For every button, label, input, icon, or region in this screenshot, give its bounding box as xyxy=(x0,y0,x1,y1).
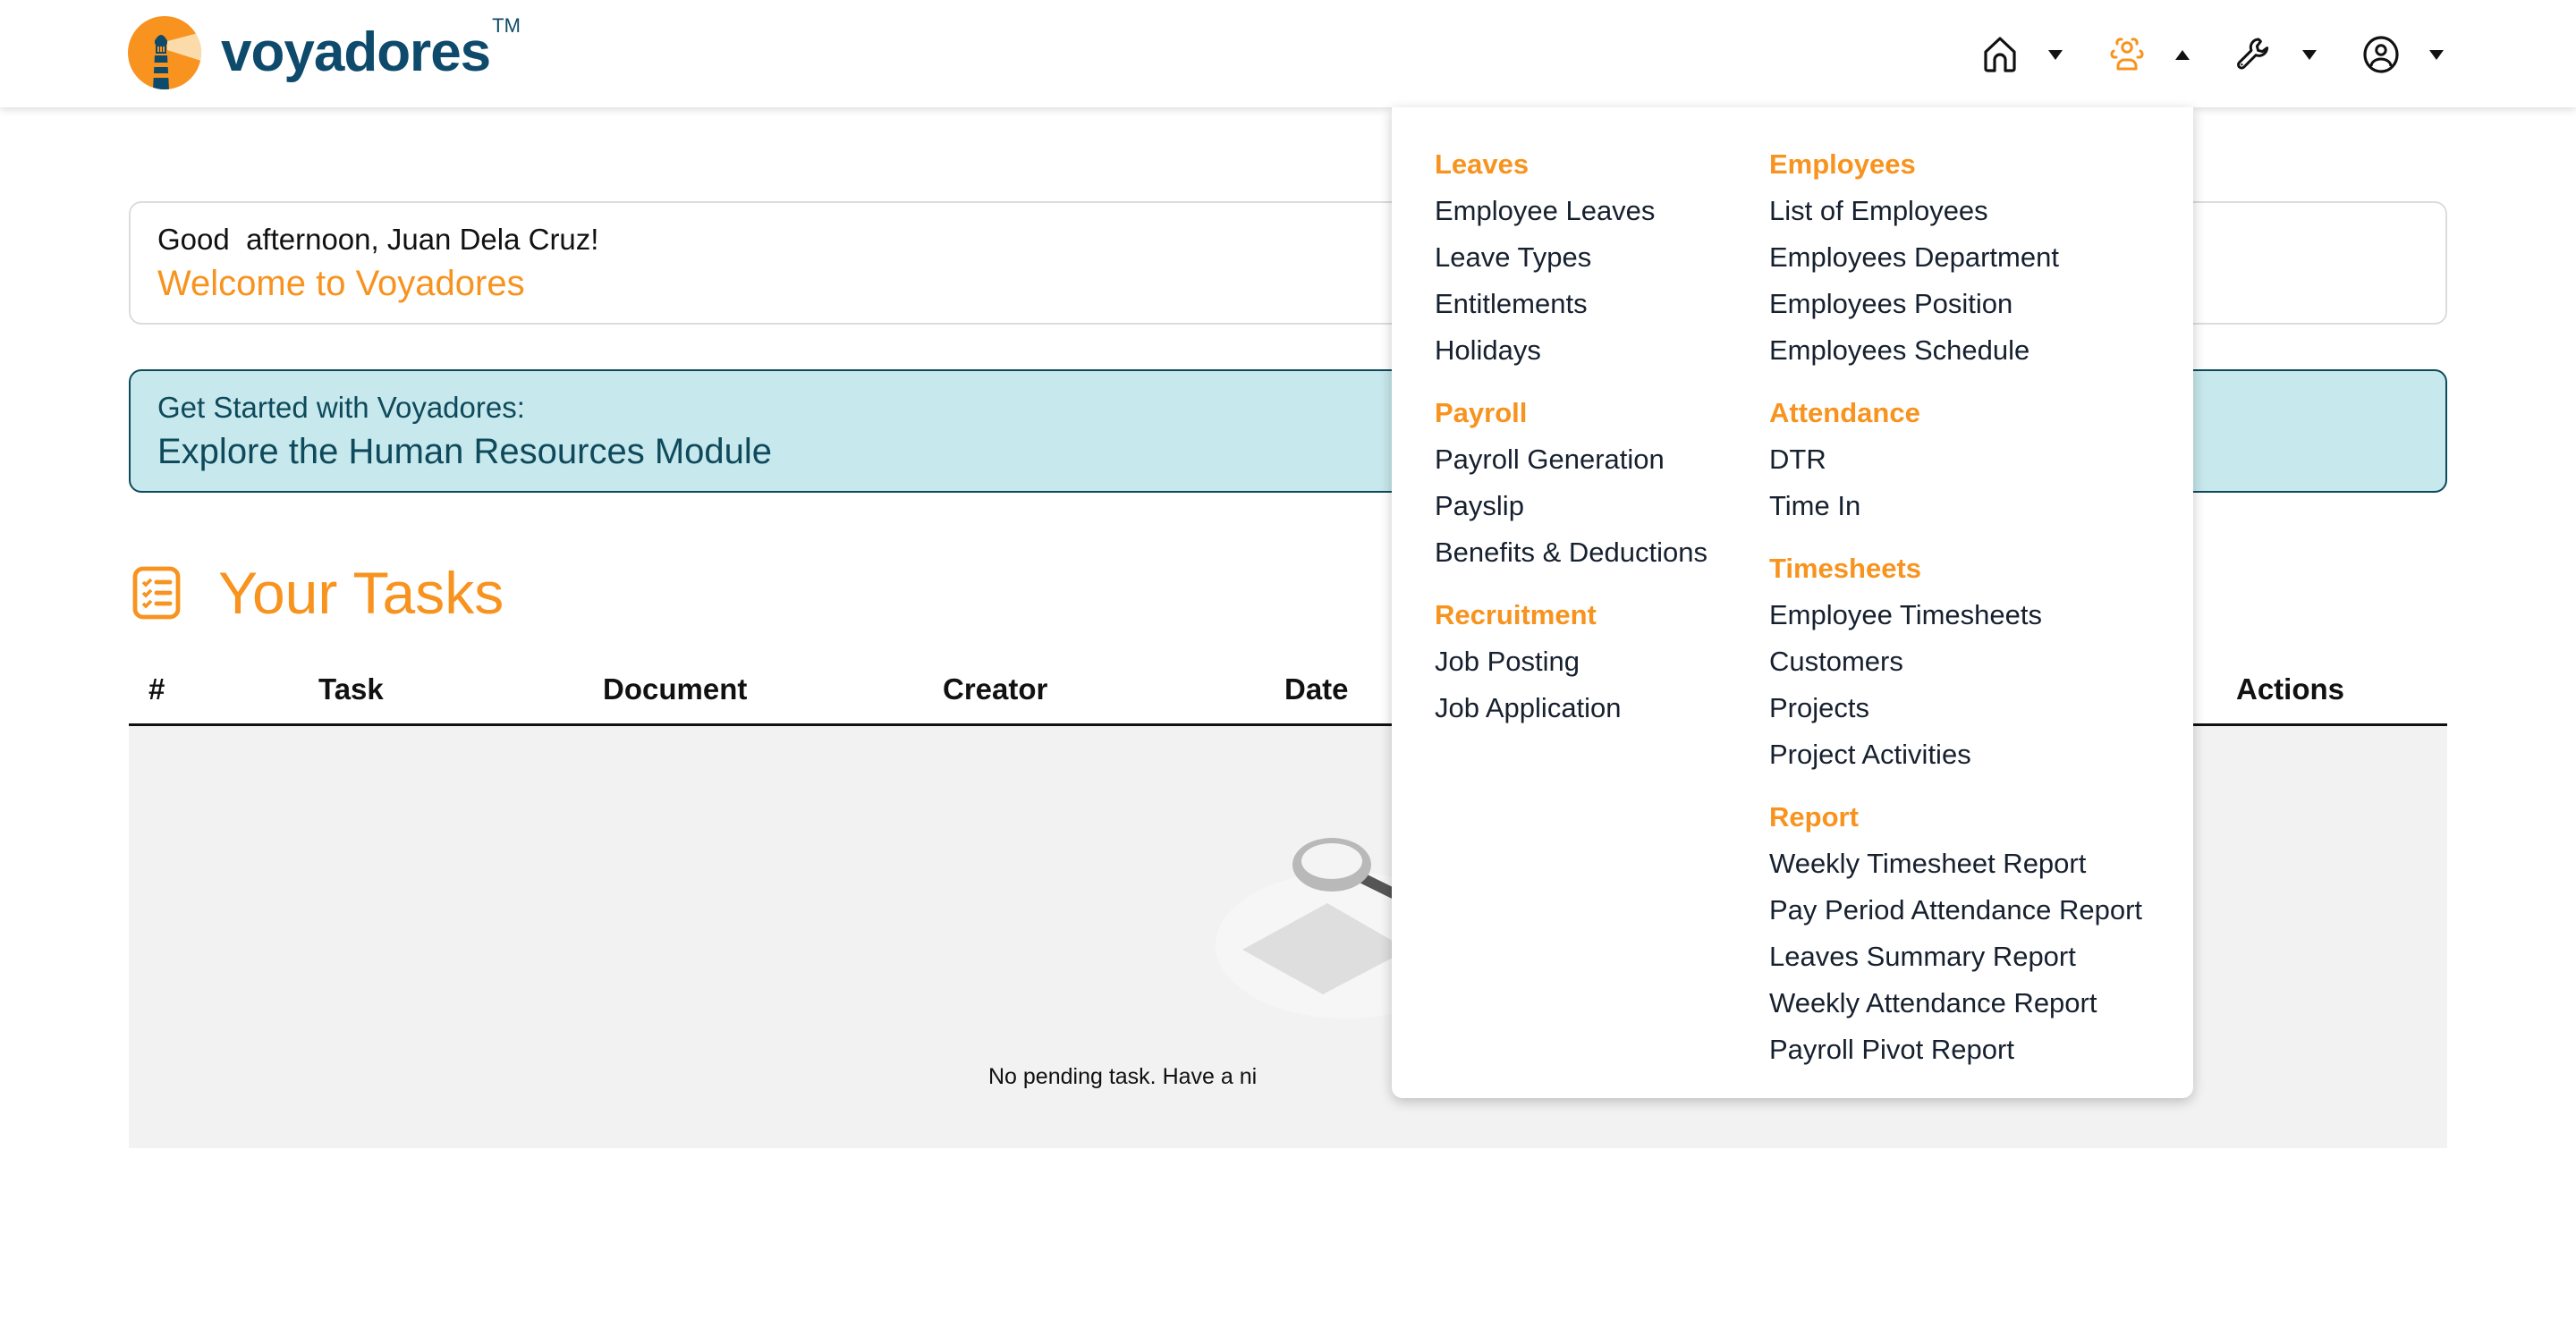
hr-dropdown-menu: Leaves Employee Leaves Leave Types Entit… xyxy=(1392,107,2193,1098)
brand-name: voyadores xyxy=(221,21,491,83)
brand-logo[interactable]: voyadores TM xyxy=(128,14,521,89)
menu-item-payroll-pivot-report[interactable]: Payroll Pivot Report xyxy=(1769,1027,2142,1073)
menu-item-weekly-attendance-report[interactable]: Weekly Attendance Report xyxy=(1769,980,2142,1027)
menu-item-projects[interactable]: Projects xyxy=(1769,685,2142,731)
tasks-header: Your Tasks xyxy=(132,559,504,627)
menu-section-report: Report Weekly Timesheet Report Pay Perio… xyxy=(1769,794,2142,1073)
menu-item-pay-period-attendance-report[interactable]: Pay Period Attendance Report xyxy=(1769,887,2142,934)
menu-heading: Attendance xyxy=(1769,397,1920,428)
dropdown-column-right: Employees List of Employees Employees De… xyxy=(1769,141,2142,1089)
menu-item-list-of-employees[interactable]: List of Employees xyxy=(1769,188,2142,234)
nav-home-menu[interactable] xyxy=(1979,32,2063,77)
menu-item-job-posting[interactable]: Job Posting xyxy=(1435,638,1707,685)
menu-item-holidays[interactable]: Holidays xyxy=(1435,327,1707,374)
wrench-icon xyxy=(2237,38,2269,70)
menu-heading: Timesheets xyxy=(1769,553,1922,584)
chevron-up-icon xyxy=(2175,49,2190,60)
menu-item-employee-timesheets[interactable]: Employee Timesheets xyxy=(1769,592,2142,638)
nav-hr-menu[interactable] xyxy=(2106,32,2190,77)
user-circle-icon xyxy=(2363,36,2399,73)
column-header-document[interactable]: Document xyxy=(603,672,747,706)
trademark-symbol: TM xyxy=(492,14,521,37)
menu-heading: Report xyxy=(1769,801,1859,833)
chevron-down-icon xyxy=(2302,49,2317,60)
dropdown-column-left: Leaves Employee Leaves Leave Types Entit… xyxy=(1435,141,1707,748)
column-header-creator[interactable]: Creator xyxy=(943,672,1047,706)
menu-item-project-activities[interactable]: Project Activities xyxy=(1769,731,2142,778)
menu-item-customers[interactable]: Customers xyxy=(1769,638,2142,685)
menu-section-employees: Employees List of Employees Employees De… xyxy=(1769,141,2142,374)
home-icon xyxy=(1984,37,2016,72)
menu-item-payroll-generation[interactable]: Payroll Generation xyxy=(1435,436,1707,483)
menu-item-employees-department[interactable]: Employees Department xyxy=(1769,234,2142,281)
menu-item-benefits-deductions[interactable]: Benefits & Deductions xyxy=(1435,529,1707,576)
menu-heading: Employees xyxy=(1769,148,1916,180)
menu-item-job-application[interactable]: Job Application xyxy=(1435,685,1707,731)
menu-section-attendance: Attendance DTR Time In xyxy=(1769,390,2142,529)
column-header-task[interactable]: Task xyxy=(318,672,384,706)
menu-heading: Recruitment xyxy=(1435,599,1597,630)
menu-item-time-in[interactable]: Time In xyxy=(1769,483,2142,529)
menu-heading: Leaves xyxy=(1435,148,1530,180)
chevron-down-icon xyxy=(2048,49,2063,60)
menu-item-dtr[interactable]: DTR xyxy=(1769,436,2142,483)
menu-section-payroll: Payroll Payroll Generation Payslip Benef… xyxy=(1435,390,1707,576)
menu-item-weekly-timesheet-report[interactable]: Weekly Timesheet Report xyxy=(1769,841,2142,887)
nav-account-menu[interactable] xyxy=(2360,32,2444,77)
menu-item-employees-position[interactable]: Employees Position xyxy=(1769,281,2142,327)
tasks-title: Your Tasks xyxy=(218,560,504,626)
empty-state-message: No pending task. Have a ni xyxy=(988,1064,1258,1089)
menu-heading: Payroll xyxy=(1435,397,1528,428)
menu-section-recruitment: Recruitment Job Posting Job Application xyxy=(1435,592,1707,731)
users-group-icon xyxy=(2110,38,2144,71)
column-header-date[interactable]: Date xyxy=(1284,672,1349,706)
nav-tools-menu[interactable] xyxy=(2233,32,2317,77)
lighthouse-logo-icon xyxy=(128,16,201,89)
menu-item-entitlements[interactable]: Entitlements xyxy=(1435,281,1707,327)
menu-item-employee-leaves[interactable]: Employee Leaves xyxy=(1435,188,1707,234)
menu-item-leave-types[interactable]: Leave Types xyxy=(1435,234,1707,281)
menu-section-leaves: Leaves Employee Leaves Leave Types Entit… xyxy=(1435,141,1707,374)
menu-item-employees-schedule[interactable]: Employees Schedule xyxy=(1769,327,2142,374)
chevron-down-icon xyxy=(2429,49,2444,60)
column-header-actions[interactable]: Actions xyxy=(2236,672,2344,706)
checklist-icon xyxy=(132,566,181,620)
menu-section-timesheets: Timesheets Employee Timesheets Customers… xyxy=(1769,545,2142,778)
column-header-number[interactable]: # xyxy=(148,672,165,706)
menu-item-leaves-summary-report[interactable]: Leaves Summary Report xyxy=(1769,934,2142,980)
top-navbar: voyadores TM xyxy=(0,0,2576,107)
menu-item-payslip[interactable]: Payslip xyxy=(1435,483,1707,529)
